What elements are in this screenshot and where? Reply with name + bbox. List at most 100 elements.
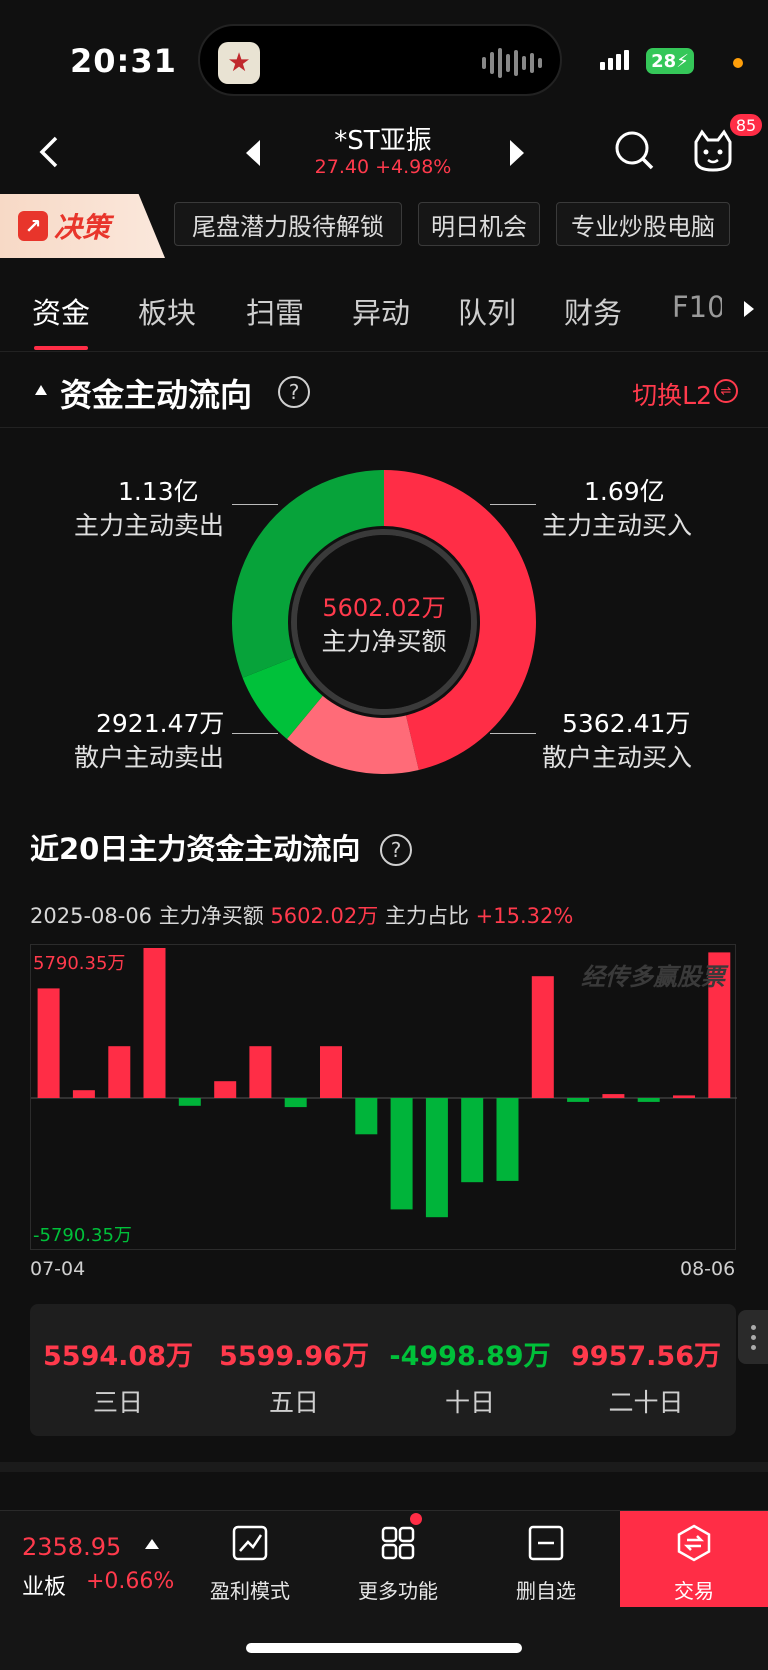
bar-day-1[interactable] [37,988,60,1098]
trend-logo-icon: ↗ [18,211,48,241]
trend-bar-chart[interactable]: 经传多赢股票 5790.35万 -5790.35万 [30,944,737,1250]
side-menu-handle[interactable] [738,1310,768,1364]
bar-day-16[interactable] [567,1098,590,1102]
promo-tag-tail-stocks[interactable]: 尾盘潜力股待解锁 [174,202,402,246]
retail-sell-value: 2921.47万 [96,709,225,738]
battery-icon: 28 ⚡ [646,48,694,74]
bar-day-3[interactable] [108,1046,131,1098]
retail-buy-value: 5362.41万 [562,709,691,738]
bar-day-14[interactable] [496,1098,519,1181]
y-min-label: -5790.35万 [33,1225,132,1246]
switch-l2-link[interactable]: 切换L2 [632,376,712,412]
up-triangle-icon [145,1539,159,1549]
bar-day-6[interactable] [214,1081,237,1098]
retail-sell-leader [232,733,278,734]
flow-section-header: 资金主动流向 ? 切换L2 ⇌ [0,352,768,428]
prev-stock-icon[interactable] [238,136,268,170]
bar-day-13[interactable] [461,1098,484,1183]
flow-section-title: 资金主动流向 [60,376,253,414]
promo-tag-tomorrow[interactable]: 明日机会 [418,202,540,246]
trade-button[interactable]: 交易 [620,1511,768,1607]
more-functions-label: 更多功能 [358,1579,438,1603]
bar-day-19[interactable] [673,1095,695,1098]
summary-value: 5599.96万 [219,1341,369,1372]
remove-watchlist-label: 删自选 [516,1579,576,1603]
trend-section-title: 近20日主力资金主动流向 [30,826,360,868]
net-buy-value: 5602.02万 [322,594,446,622]
summary-value: 9957.56万 [571,1341,721,1372]
section-divider [0,1462,768,1472]
privacy-dot-icon [733,58,743,68]
bar-day-9[interactable] [320,1046,342,1098]
signal-icon [600,50,629,70]
switch-arrows-icon[interactable]: ⇌ [714,379,738,403]
tab-movement[interactable]: 异动 [352,290,410,332]
bar-day-10[interactable] [355,1098,378,1135]
tab-finance[interactable]: 财务 [564,290,622,332]
decision-logo-text: 决策 [54,211,111,244]
summary-20day: 9957.56万 二十日 [558,1334,734,1419]
decision-logo[interactable]: ↗ 决策 [0,194,165,258]
bar-day-8[interactable] [284,1098,307,1108]
net-buy-label: 主力净买额 [321,627,447,656]
remove-watchlist-button[interactable]: 删自选 [486,1523,606,1604]
tab-queue[interactable]: 队列 [458,290,516,332]
tab-risk-scan[interactable]: 扫雷 [246,290,304,332]
bar-day-2[interactable] [72,1090,95,1098]
retail-buy-label: 散户主动买入 [542,743,693,772]
info-value-ratio: +15.32% [475,904,574,928]
chart-info-line: 2025-08-06 主力净买额 5602.02万 主力占比 +15.32% [30,900,573,930]
index-name: 业板 [22,1575,67,1600]
summary-5day: 5599.96万 五日 [206,1334,382,1419]
tab-funds[interactable]: 资金 [32,290,90,332]
flow-donut-area: 5602.02万 主力净买额 1.13亿 主力主动卖出 1.69亿 主力主动买入… [0,430,768,800]
stock-header: *ST亚振 27.40 +4.98% 85 [0,112,768,192]
trend-title-text: 近20日主力资金主动流向 [30,832,361,866]
next-stock-icon[interactable] [502,136,532,170]
dynamic-island[interactable]: ★ [198,24,562,96]
chart-trend-icon [232,1525,268,1561]
index-change: +0.66% [86,1569,175,1594]
collapse-triangle-icon[interactable] [34,384,48,396]
tab-scroll-right-icon[interactable] [742,300,756,318]
search-icon[interactable] [612,128,656,172]
x-end-label: 08-06 [680,1258,736,1280]
bar-day-4[interactable] [143,948,166,1098]
promo-tag-pro-pc[interactable]: 专业炒股电脑 [556,202,730,246]
minus-box-icon [528,1525,564,1561]
info-value-net: 5602.02万 [270,904,379,928]
help-icon[interactable]: ? [278,376,310,408]
trend-help-icon[interactable]: ? [380,834,412,866]
info-label-net: 主力净买额 [158,904,264,928]
tab-f10[interactable]: F10 [672,290,722,324]
profit-mode-button[interactable]: 盈利模式 [190,1523,310,1604]
grid-apps-icon [381,1526,415,1560]
bar-day-15[interactable] [531,976,554,1098]
summary-label: 三日 [92,1388,143,1417]
notification-badge: 85 [728,112,764,138]
audio-wave-icon [482,46,542,80]
stock-name: *ST亚振 [334,126,432,156]
bar-day-7[interactable] [249,1046,272,1098]
back-arrow-icon[interactable] [30,132,70,172]
bar-day-18[interactable] [637,1098,660,1102]
tab-bar: 资金 板块 扫雷 异动 队列 财务 F10 [0,262,768,352]
home-indicator[interactable] [246,1643,522,1653]
watermark: 经传多赢股票 [581,963,725,991]
stock-price: 27.40 +4.98% [314,156,452,178]
period-summary: 5594.08万 三日 5599.96万 五日 -4998.89万 十日 995… [30,1304,736,1436]
bar-day-17[interactable] [602,1094,625,1098]
retail-sell-label: 散户主动卖出 [74,743,225,772]
status-bar: 20:31 ★ 28 ⚡ [0,0,768,120]
summary-label: 十日 [444,1388,495,1417]
battery-level: 28 [651,50,677,72]
bar-day-5[interactable] [178,1098,201,1106]
more-functions-button[interactable]: 更多功能 [338,1523,458,1604]
bar-day-11[interactable] [390,1098,413,1210]
summary-label: 五日 [268,1388,319,1417]
y-max-label: 5790.35万 [33,953,126,974]
star-app-icon: ★ [218,42,260,84]
cat-mascot-icon[interactable] [690,128,736,174]
bar-day-12[interactable] [425,1098,448,1218]
tab-sector[interactable]: 板块 [138,290,196,332]
